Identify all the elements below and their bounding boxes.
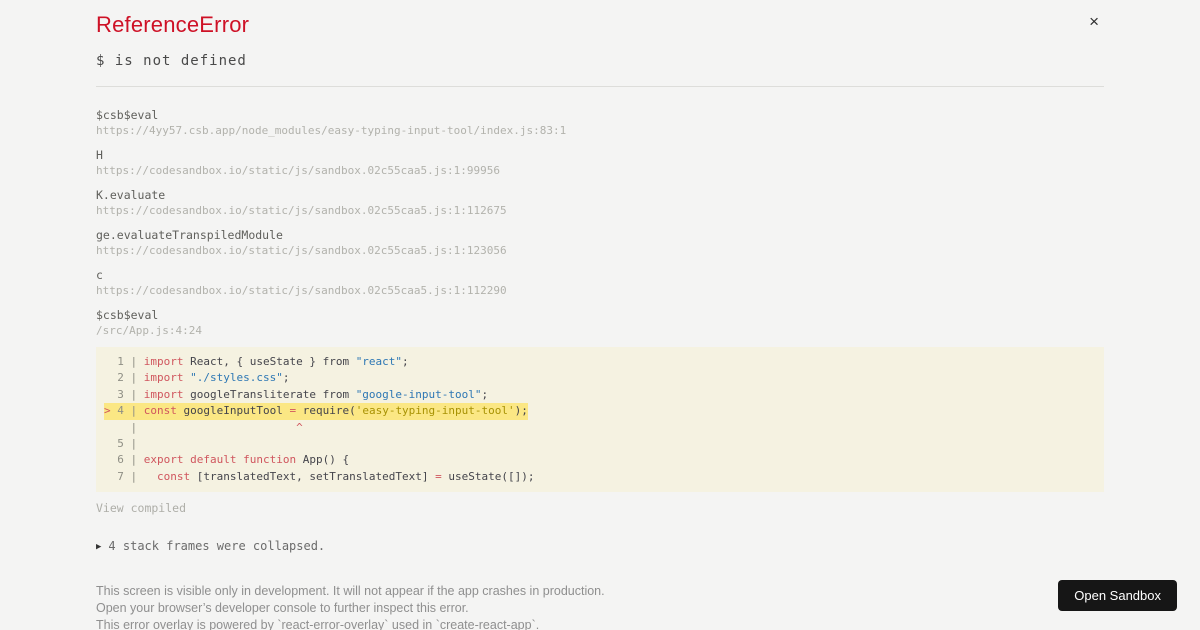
stack-frame-location: https://codesandbox.io/static/js/sandbox…	[96, 164, 500, 177]
stack-frame-function: c	[96, 268, 103, 282]
view-compiled-link[interactable]: View compiled	[96, 501, 186, 515]
code-line: 3 | import googleTransliterate from "goo…	[104, 387, 489, 401]
code-line: 6 | export default function App() {	[104, 453, 350, 467]
stack-frame[interactable]: ge.evaluateTranspiledModule https://codes…	[96, 227, 1104, 259]
collapsed-frames-toggle[interactable]: ▶ 4 stack frames were collapsed.	[96, 539, 1104, 553]
footer-note: This error overlay is powered by `react-…	[96, 617, 540, 630]
stack-frame[interactable]: $csb$eval/src/App.js:4:24	[96, 307, 1104, 339]
stack-frame[interactable]: Hhttps://codesandbox.io/static/js/sandbo…	[96, 147, 1104, 179]
stack-frame-function: $csb$eval	[96, 308, 159, 322]
stack-frame-location: https://codesandbox.io/static/js/sandbox…	[96, 244, 507, 257]
footer-notes: This screen is visible only in developme…	[96, 583, 1104, 630]
footer-note: This screen is visible only in developme…	[96, 584, 605, 599]
code-frame: 1 | import React, { useState } from "rea…	[96, 347, 1104, 493]
error-message: $ is not defined	[96, 53, 247, 69]
stack-frame[interactable]: $csb$eval https://4yy57.csb.app/node_modu…	[96, 107, 1104, 139]
stack-frame[interactable]: c https://codesandbox.io/static/js/sandbo…	[96, 267, 1104, 299]
code-line: 2 | import "./styles.css";	[104, 371, 290, 385]
stack-frame-function: $csb$eval	[96, 108, 159, 122]
expand-triangle-icon: ▶	[96, 542, 102, 553]
divider	[96, 86, 1104, 87]
code-line: > 4 | const googleInputTool = require('e…	[104, 403, 1096, 420]
code-line: 1 | import React, { useState } from "rea…	[104, 355, 409, 368]
stack-frame-location: /src/App.js:4:24	[96, 324, 202, 337]
error-overlay: ReferenceError $ is not defined $csb$eva…	[96, 0, 1104, 630]
stack-frame-location: https://4yy57.csb.app/node_modules/easy-…	[96, 124, 567, 137]
code-line: 7 | const [translatedText, setTranslated…	[104, 469, 535, 483]
stack-trace: $csb$eval https://4yy57.csb.app/node_modu…	[96, 107, 1104, 339]
stack-frame-function: ge.evaluateTranspiledModule	[96, 228, 283, 242]
stack-frame[interactable]: K.evaluate https://codesandbox.io/static/…	[96, 187, 1104, 219]
code-line: 5 |	[104, 437, 144, 451]
collapsed-frames-label: 4 stack frames were collapsed.	[108, 539, 326, 554]
stack-frame-location: https://codesandbox.io/static/js/sandbox…	[96, 204, 507, 217]
error-title: ReferenceError	[96, 12, 250, 37]
stack-frame-function: H	[96, 148, 103, 162]
open-sandbox-button[interactable]: Open Sandbox	[1058, 580, 1177, 611]
stack-frame-location: https://codesandbox.io/static/js/sandbox…	[96, 284, 507, 297]
footer-note: Open your browser’s developer console to…	[96, 601, 469, 616]
code-line: | ^	[104, 420, 303, 434]
stack-frame-function: K.evaluate	[96, 188, 166, 202]
